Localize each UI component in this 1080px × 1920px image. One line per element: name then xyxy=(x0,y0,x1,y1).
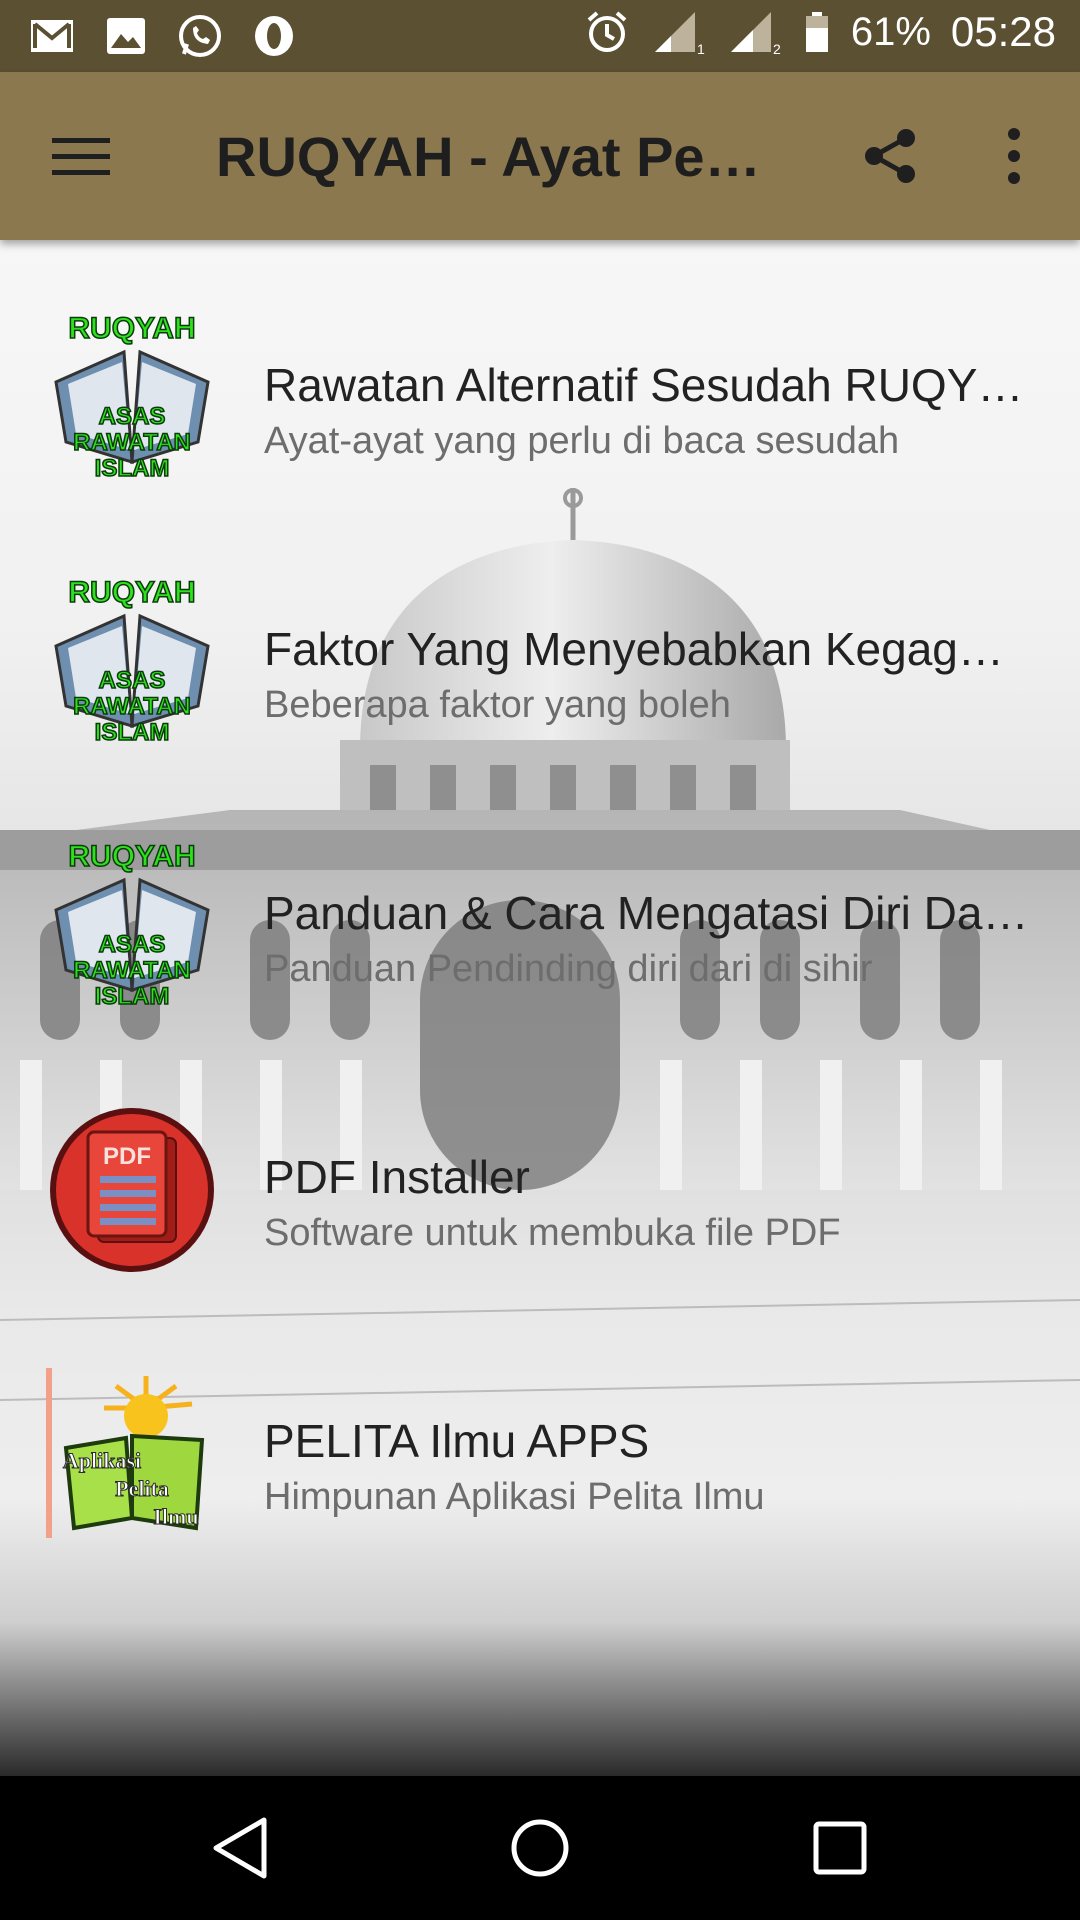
clock: 05:28 xyxy=(950,8,1056,55)
item-title: PELITA Ilmu APPS xyxy=(264,1415,650,1467)
navigation-bar xyxy=(0,1776,1080,1920)
icon-text-ruqyah: RUQYAH xyxy=(68,576,195,609)
pelita-ilmu-logo-icon: Aplikasi Pelita Ilmu xyxy=(46,1368,205,1538)
icon-text-islam: ISLAM xyxy=(95,983,170,1010)
app-list: RUQYAH ASAS RAWATAN ISLAM Rawatan Altern… xyxy=(0,240,1080,1560)
icon-text-asas: ASAS xyxy=(99,931,166,958)
more-options-button[interactable] xyxy=(994,126,1034,186)
pdf-icon: PDF xyxy=(50,1108,214,1272)
pelita-text-ilmu: Ilmu xyxy=(153,1504,198,1529)
share-icon xyxy=(865,129,915,183)
menu-icon xyxy=(52,138,110,175)
icon-text-islam: ISLAM xyxy=(95,455,170,482)
back-button[interactable] xyxy=(204,1812,276,1884)
whatsapp-icon xyxy=(179,15,221,57)
share-button[interactable] xyxy=(860,126,920,186)
sim2-label: 2 xyxy=(773,41,781,56)
alarm-icon xyxy=(587,11,627,52)
recents-button[interactable] xyxy=(804,1812,876,1884)
icon-text-rawatan: RAWATAN xyxy=(73,429,191,456)
list-item-pdf-installer[interactable]: PDF PDF Installer Software untuk membuka… xyxy=(0,1032,1080,1296)
pelita-text-aplikasi: Aplikasi xyxy=(63,1448,141,1473)
battery-percent: 61% xyxy=(850,9,931,54)
screen: 1 2 61% 05:28 RUQYAH - Ayat Pen… RUQYAH … xyxy=(0,0,1080,1920)
back-icon xyxy=(213,1817,267,1879)
icon-text-asas: ASAS xyxy=(99,667,166,694)
item-subtitle: Ayat-ayat yang perlu di baca sesudah xyxy=(264,420,900,462)
icon-text-asas: ASAS xyxy=(99,403,166,430)
item-subtitle: Software untuk membuka file PDF xyxy=(264,1212,841,1254)
icon-text-rawatan: RAWATAN xyxy=(73,957,191,984)
list-item-faktor-kegagalan[interactable]: RUQYAH ASAS RAWATAN ISLAM Faktor Yang Me… xyxy=(0,504,1080,768)
notification-icons xyxy=(28,12,298,60)
item-title: Rawatan Alternatif Sesudah RUQY… xyxy=(264,359,1024,411)
content-area: RUQYAH ASAS RAWATAN ISLAM Rawatan Altern… xyxy=(0,240,1080,1776)
more-vert-icon xyxy=(1008,128,1020,184)
system-status: 1 2 61% 05:28 xyxy=(583,8,1056,56)
opera-icon xyxy=(255,16,293,56)
pdf-icon-text: PDF xyxy=(103,1143,151,1170)
item-title: Faktor Yang Menyebabkan Kegag… xyxy=(264,623,1004,675)
item-subtitle: Beberapa faktor yang boleh xyxy=(264,684,731,726)
gallery-icon xyxy=(107,18,145,54)
icon-text-ruqyah: RUQYAH xyxy=(68,840,195,873)
ruqyah-book-icon: RUQYAH ASAS RAWATAN ISLAM xyxy=(54,576,210,747)
gmail-icon xyxy=(31,20,73,52)
list-item-panduan-cara[interactable]: RUQYAH ASAS RAWATAN ISLAM Panduan & Cara… xyxy=(0,768,1080,1032)
list-item-rawatan-alternatif[interactable]: RUQYAH ASAS RAWATAN ISLAM Rawatan Altern… xyxy=(0,240,1080,504)
icon-text-ruqyah: RUQYAH xyxy=(68,312,195,345)
recents-icon xyxy=(813,1821,867,1875)
status-bar: 1 2 61% 05:28 xyxy=(0,0,1080,72)
signal-1-icon: 1 xyxy=(654,12,705,56)
sim1-label: 1 xyxy=(697,41,705,56)
item-subtitle: Himpunan Aplikasi Pelita Ilmu xyxy=(264,1476,765,1518)
item-subtitle: Panduan Pendinding diri dari di sihir xyxy=(264,948,873,990)
icon-text-islam: ISLAM xyxy=(95,719,170,746)
battery-icon xyxy=(805,12,828,52)
home-button[interactable] xyxy=(504,1812,576,1884)
icon-text-rawatan: RAWATAN xyxy=(73,693,191,720)
ruqyah-book-icon: RUQYAH ASAS RAWATAN ISLAM xyxy=(54,840,210,1011)
menu-button[interactable] xyxy=(52,132,112,180)
list-item-pelita-ilmu-apps[interactable]: Aplikasi Pelita Ilmu PELITA Ilmu APPS Hi… xyxy=(0,1296,1080,1560)
home-icon xyxy=(511,1819,569,1877)
app-title: RUQYAH - Ayat Pen… xyxy=(216,125,776,188)
ruqyah-book-icon: RUQYAH ASAS RAWATAN ISLAM xyxy=(54,312,210,483)
item-title: PDF Installer xyxy=(264,1151,530,1203)
app-bar: RUQYAH - Ayat Pen… xyxy=(0,72,1080,240)
item-title: Panduan & Cara Mengatasi Diri Da… xyxy=(264,887,1029,939)
pelita-text-pelita: Pelita xyxy=(115,1476,169,1501)
signal-2-icon: 2 xyxy=(730,12,781,56)
